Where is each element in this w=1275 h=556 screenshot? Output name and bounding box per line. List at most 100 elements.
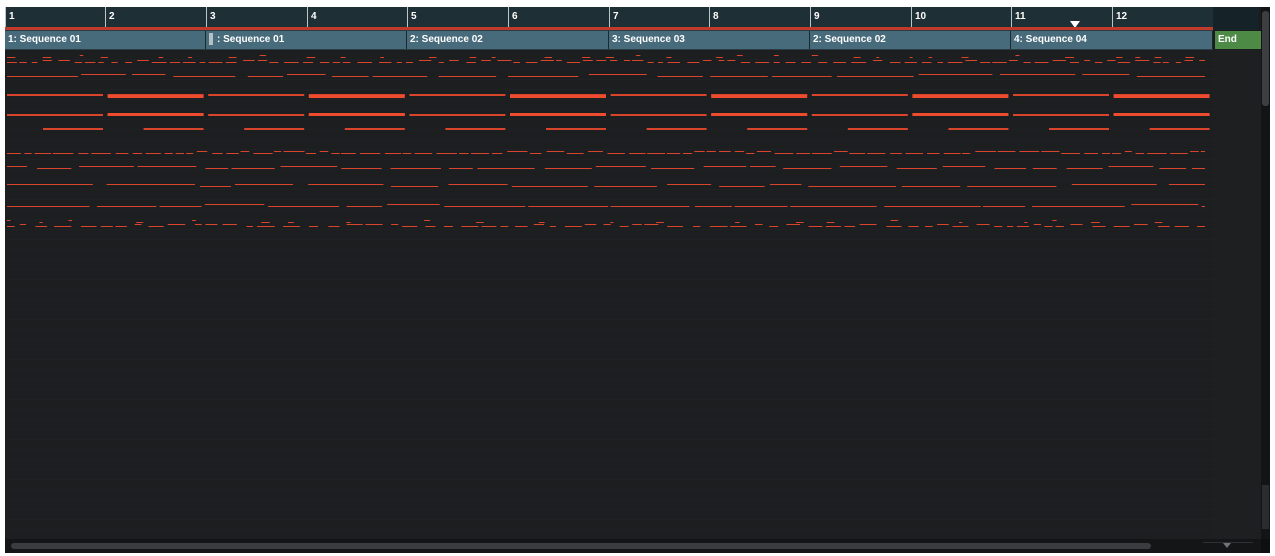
note-segment [876, 57, 880, 58]
vertical-scroll-thumb[interactable] [1262, 11, 1269, 106]
zoom-arrow-icon[interactable] [1223, 543, 1231, 548]
note-segment [477, 168, 535, 169]
note-segment [992, 62, 1007, 63]
note-segment [1032, 206, 1125, 207]
note-segment [528, 206, 609, 207]
note-segment [1019, 151, 1040, 152]
note-segment [1092, 226, 1106, 227]
ruler-bar[interactable]: 8 [709, 7, 810, 27]
sequence-block[interactable]: 2: Sequence 02 [810, 31, 1011, 49]
note-segment [1135, 57, 1141, 58]
note-segment [418, 60, 432, 61]
ruler-bar[interactable]: 6 [508, 7, 609, 27]
bar-ruler[interactable]: 1 2 3 4 5 6 7 8 9 10 11 12 [5, 7, 1213, 28]
vertical-scrollbar[interactable] [1261, 7, 1270, 539]
note-segment [111, 62, 118, 63]
note-segment [833, 62, 847, 63]
ruler-bar[interactable]: 11 [1011, 7, 1112, 27]
ruler-bar[interactable]: 2 [105, 7, 206, 27]
sequence-block[interactable]: 4: Sequence 04 [1011, 31, 1213, 49]
note-segment [151, 62, 167, 63]
note-segment [736, 55, 743, 56]
note-segment [651, 168, 695, 169]
note-segment [379, 62, 392, 63]
note-segment [796, 153, 811, 154]
note-segment [390, 168, 441, 169]
note-segment [253, 153, 273, 154]
note-segment [469, 57, 477, 58]
note-segment [943, 153, 961, 154]
note-segment [448, 168, 473, 169]
note-segment [7, 166, 28, 167]
ruler-bar[interactable]: 9 [810, 7, 911, 27]
note-segment [1197, 226, 1205, 227]
note-segment [749, 166, 776, 167]
note-segment [34, 153, 52, 154]
note-segment [610, 114, 707, 116]
note-segment [808, 186, 896, 187]
note-segment [647, 153, 666, 154]
note-overview-area[interactable] [5, 50, 1213, 539]
note-segment [566, 153, 584, 154]
note-segment [746, 153, 755, 154]
zoom-control[interactable] [1203, 542, 1253, 552]
note-segment [546, 128, 606, 130]
end-marker[interactable]: End [1215, 31, 1261, 49]
sequence-block[interactable]: 2: Sequence 02 [407, 31, 609, 49]
note-segment [303, 62, 314, 63]
note-segment [402, 226, 418, 227]
sequence-track: 1: Sequence 01 : Sequence 01 2: Sequence… [5, 30, 1213, 50]
right-gutter [1213, 50, 1261, 539]
ruler-bar[interactable]: 5 [407, 7, 508, 27]
note-segment [666, 57, 672, 58]
ruler-bar[interactable]: 10 [911, 7, 1012, 27]
note-segment [449, 60, 459, 61]
note-segment [405, 62, 413, 63]
note-segment [884, 206, 981, 207]
note-segment [967, 186, 1057, 187]
note-segment [588, 74, 647, 75]
note-segment [414, 153, 433, 154]
ruler-bar[interactable]: 7 [609, 7, 710, 27]
horizontal-scroll-thumb[interactable] [11, 543, 1151, 549]
sequence-block[interactable]: 1: Sequence 01 [5, 31, 206, 49]
ruler-bar[interactable]: 12 [1112, 7, 1213, 27]
sequence-block[interactable]: 3: Sequence 03 [609, 31, 810, 49]
note-segment [904, 62, 918, 63]
vertical-scroll-end[interactable] [1262, 485, 1269, 529]
note-segment [515, 226, 528, 227]
note-segment [182, 62, 196, 63]
ruler-bar[interactable]: 3 [206, 7, 307, 27]
note-segment [1033, 224, 1042, 225]
note-segment [500, 226, 509, 227]
note-segment [68, 220, 73, 221]
note-segment [438, 76, 497, 77]
note-segment [948, 128, 1009, 130]
note-segment [1117, 62, 1131, 63]
ruler-bar[interactable]: 4 [307, 7, 408, 27]
horizontal-scrollbar[interactable] [5, 539, 1261, 553]
note-segment [1044, 226, 1053, 227]
note-segment [384, 153, 402, 154]
note-segment [107, 95, 204, 98]
note-segment [1154, 222, 1163, 223]
note-segment [402, 153, 412, 154]
sequence-block[interactable]: : Sequence 01 [206, 31, 407, 49]
note-segment [100, 226, 113, 227]
note-segment [35, 226, 48, 227]
note-segment [31, 62, 38, 63]
note-overview [7, 55, 1210, 227]
ruler-bar[interactable]: 1 [5, 7, 106, 27]
note-segment [1170, 153, 1188, 154]
note-segment [192, 220, 196, 221]
note-segment [445, 128, 506, 130]
note-segment [158, 57, 164, 58]
note-segment [511, 186, 588, 187]
note-segment [481, 226, 497, 227]
sequence-grip-icon[interactable] [209, 33, 213, 46]
note-segment [1107, 60, 1116, 61]
note-segment [204, 204, 265, 205]
note-segment [623, 60, 631, 61]
note-segment [693, 226, 701, 227]
note-segment [1084, 60, 1091, 61]
